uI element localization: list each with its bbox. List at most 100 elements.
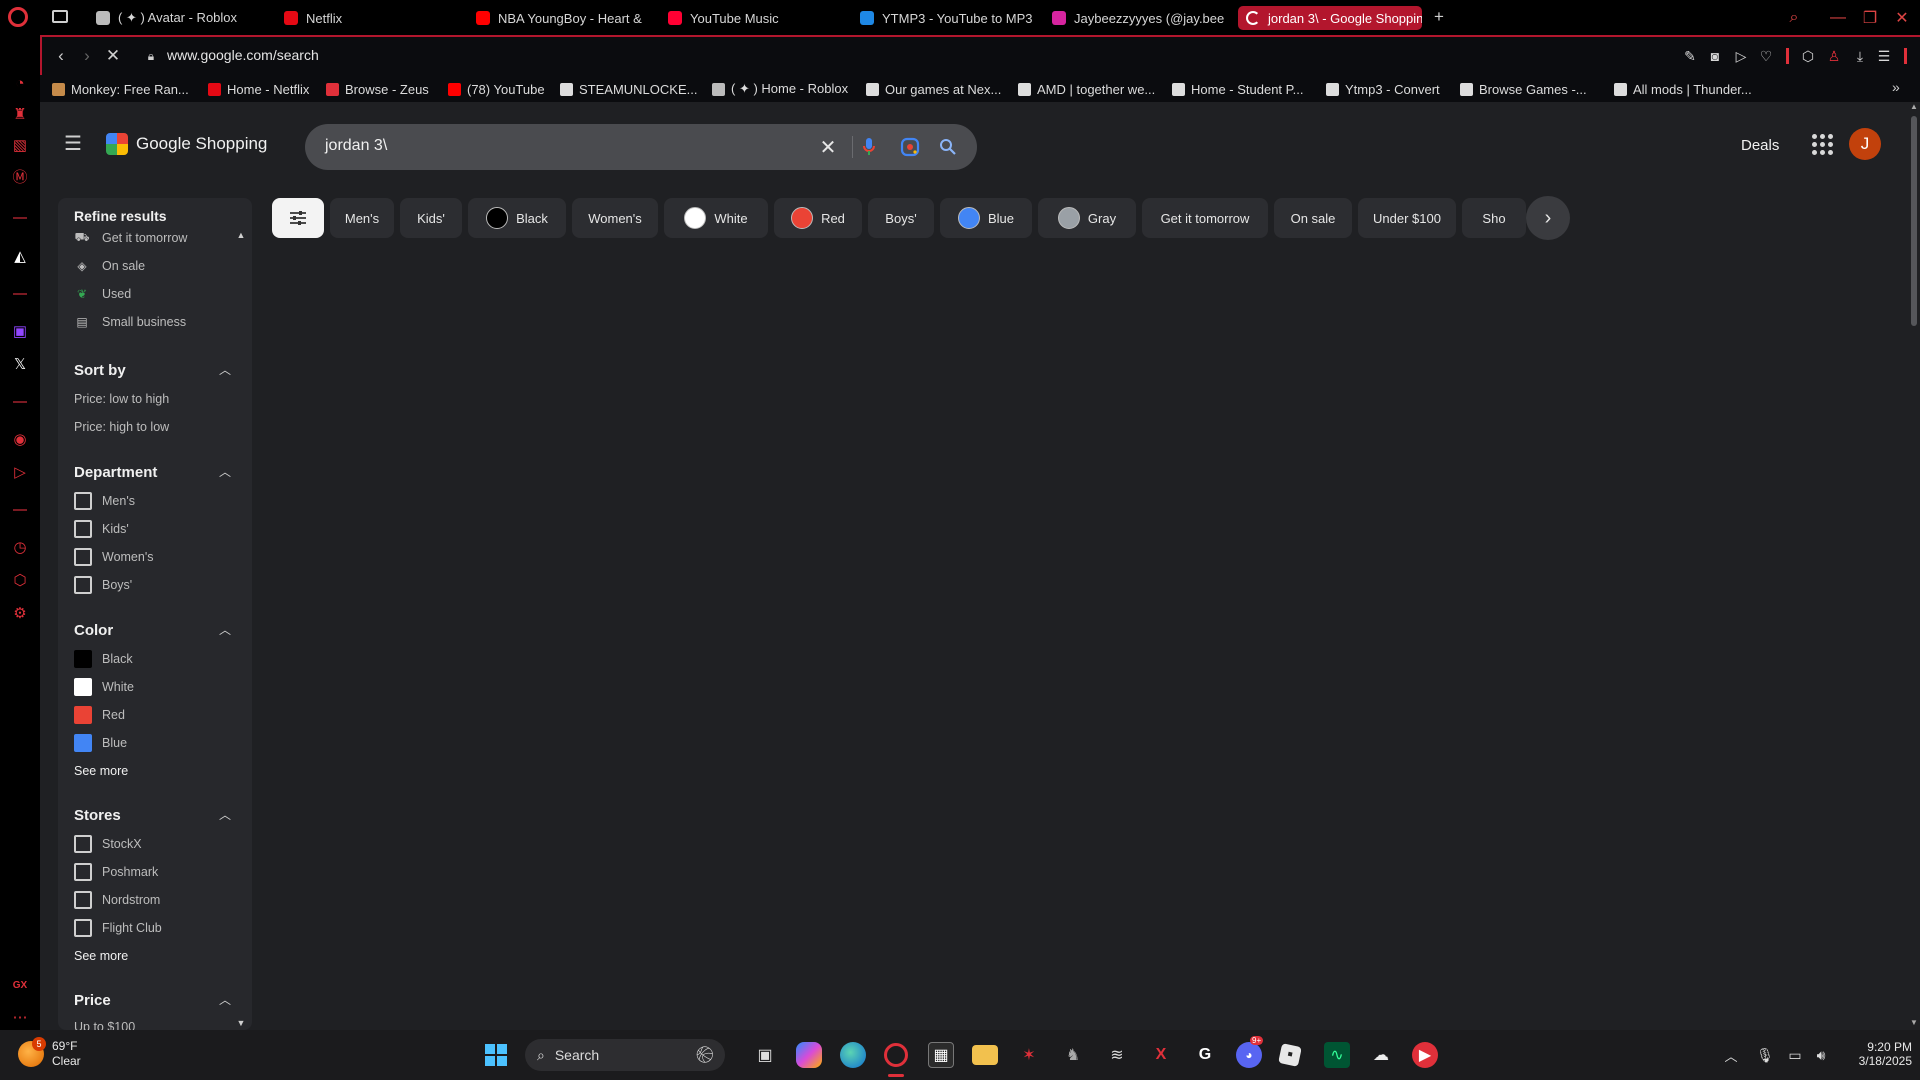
account-icon[interactable]: ♙	[1824, 46, 1844, 66]
bookmark-item[interactable]: Ytmp3 - Convert	[1326, 79, 1440, 99]
filter-chip[interactable]: Gray	[1038, 198, 1136, 238]
discord-icon[interactable]: ◕ 9+	[1236, 1036, 1264, 1068]
stores-heading[interactable]: Stores	[74, 807, 121, 824]
deals-link[interactable]: Deals	[1741, 137, 1779, 154]
google-shopping-logo[interactable]: Google Shopping	[106, 133, 267, 155]
page-scrollbar-thumb[interactable]	[1911, 116, 1917, 326]
send-icon[interactable]: ▷	[9, 461, 31, 483]
minimize-button[interactable]: —	[1822, 0, 1854, 35]
player-icon[interactable]: ◉	[9, 428, 31, 450]
department-boys[interactable]: Boys'	[102, 578, 132, 592]
microphone-icon[interactable]: 🎙︎	[1752, 1042, 1778, 1068]
gx-control-icon[interactable]: ♜	[9, 103, 31, 125]
task-view-icon[interactable]: ▣	[752, 1042, 778, 1068]
sort-price-high-low[interactable]: Price: high to low	[74, 420, 169, 434]
send-arrow-icon[interactable]: ▷	[1731, 46, 1751, 66]
bookmark-item[interactable]: Home - Netflix	[208, 79, 309, 99]
microsoft-store-icon[interactable]: ▦	[928, 1042, 954, 1068]
search-tabs-icon[interactable]: ⌕	[1778, 0, 1810, 35]
cube-icon[interactable]: ⬡	[1798, 46, 1818, 66]
color-red[interactable]: Red	[102, 708, 125, 722]
system-clock[interactable]: 9:20 PM 3/18/2025	[1840, 1040, 1912, 1068]
clear-search-icon[interactable]: ✕	[817, 136, 839, 159]
youtube-player-icon[interactable]: ▶	[1412, 1042, 1438, 1068]
swatch-white[interactable]	[74, 678, 92, 696]
filter-chip[interactable]: White	[664, 198, 768, 238]
filter-chip[interactable]: Men's	[330, 198, 394, 238]
heart-icon[interactable]: ♡	[1756, 46, 1776, 66]
twitch-icon[interactable]: ▣	[9, 320, 31, 342]
color-white[interactable]: White	[102, 680, 134, 694]
workspaces-icon[interactable]	[52, 10, 68, 23]
x-app-icon[interactable]: X	[1148, 1042, 1174, 1068]
character-app-icon[interactable]: ♞	[1060, 1042, 1086, 1068]
checkbox-poshmark[interactable]	[74, 863, 92, 881]
filter-on-sale[interactable]: On sale	[102, 259, 145, 273]
restore-button[interactable]: ❐	[1854, 0, 1886, 35]
easy-setup-menu-icon[interactable]: ☰	[1874, 46, 1894, 66]
swatch-black[interactable]	[74, 650, 92, 668]
volume-icon[interactable]: 🔊︎	[1808, 1042, 1834, 1068]
edge-browser-icon[interactable]	[840, 1042, 866, 1068]
cloud-app-icon[interactable]: ☁	[1368, 1042, 1394, 1068]
settings-gear-icon[interactable]: ⚙	[9, 602, 31, 624]
show-hidden-icons-chevron[interactable]: ︿	[1718, 1042, 1744, 1068]
history-icon[interactable]: ◷	[9, 536, 31, 558]
checkbox-mens[interactable]	[74, 492, 92, 510]
opera-logo-icon[interactable]	[8, 7, 28, 27]
browser-tab[interactable]: jordan 3\ - Google Shopping	[1238, 6, 1422, 30]
checkbox-womens[interactable]	[74, 548, 92, 566]
bookmark-item[interactable]: Browse - Zeus	[326, 79, 429, 99]
store-poshmark[interactable]: Poshmark	[102, 865, 158, 879]
chips-next-arrow-icon[interactable]: ›	[1526, 196, 1570, 240]
color-heading[interactable]: Color	[74, 622, 113, 639]
bookmark-item[interactable]: Our games at Nex...	[866, 79, 1001, 99]
sort-by-heading[interactable]: Sort by	[74, 362, 126, 379]
checkbox-flight-club[interactable]	[74, 919, 92, 937]
close-window-button[interactable]: ✕	[1886, 0, 1918, 35]
panel-scroll-up-icon[interactable]: ▲	[234, 228, 248, 242]
voice-search-icon[interactable]	[858, 136, 880, 158]
main-menu-icon[interactable]: ☰	[62, 132, 84, 155]
browser-tab[interactable]: Jaybeezzyyyes (@jay.bee	[1044, 6, 1224, 30]
x-twitter-icon[interactable]: 𝕏	[9, 353, 31, 375]
collapse-chevron-icon[interactable]: ︿	[218, 362, 232, 377]
swatch-blue[interactable]	[74, 734, 92, 752]
bookmark-item[interactable]: Home - Student P...	[1172, 79, 1304, 99]
browser-tab[interactable]: ( ✦ ) Avatar - Roblox	[88, 6, 278, 30]
browser-tab[interactable]: NBA YoungBoy - Heart &	[468, 6, 648, 30]
extensions-icon[interactable]: ⬡	[9, 569, 31, 591]
bookmark-item[interactable]: All mods | Thunder...	[1614, 79, 1752, 99]
price-option-partial[interactable]: Up to $100	[74, 1020, 135, 1030]
bookmark-item[interactable]: ( ✦ ) Home - Roblox	[712, 79, 848, 99]
color-blue[interactable]: Blue	[102, 736, 127, 750]
bookmark-item[interactable]: AMD | together we...	[1018, 79, 1155, 99]
filter-get-it-tomorrow[interactable]: Get it tomorrow	[102, 231, 187, 245]
waveform-app-icon[interactable]: ∿	[1324, 1042, 1350, 1068]
gx-logo-icon[interactable]: GX	[9, 974, 31, 996]
bookmarks-overflow-icon[interactable]: »	[1892, 79, 1900, 95]
checkbox-kids[interactable]	[74, 520, 92, 538]
search-box[interactable]: jordan 3\ ✕	[305, 124, 977, 170]
back-arrow-icon[interactable]: ‹	[50, 45, 72, 67]
all-filters-button[interactable]	[272, 198, 324, 238]
browser-tab[interactable]: Netflix	[276, 6, 436, 30]
windows-start-icon[interactable]	[483, 1042, 509, 1068]
stack-app-icon[interactable]: ≋	[1104, 1042, 1130, 1068]
snapshot-camera-icon[interactable]: ◙	[1705, 46, 1725, 66]
browser-tab[interactable]: YouTube Music	[660, 6, 820, 30]
checkbox-nordstrom[interactable]	[74, 891, 92, 909]
sort-price-low-high[interactable]: Price: low to high	[74, 392, 169, 406]
price-heading[interactable]: Price	[74, 992, 111, 1009]
weather-widget[interactable]: 5 69°F Clear	[18, 1037, 81, 1069]
bookmark-item[interactable]: Monkey: Free Ran...	[52, 79, 189, 99]
game-app-icon[interactable]: ✶	[1016, 1042, 1042, 1068]
color-black[interactable]: Black	[102, 652, 133, 666]
search-input[interactable]: jordan 3\	[325, 137, 387, 155]
filter-chip[interactable]: Red	[774, 198, 862, 238]
bookmark-item[interactable]: Browse Games -...	[1460, 79, 1587, 99]
department-womens[interactable]: Women's	[102, 550, 153, 564]
filter-chip[interactable]: Under $100	[1358, 198, 1456, 238]
opera-gx-taskbar-icon[interactable]	[884, 1043, 908, 1067]
taskbar-search[interactable]: ⌕ Search 🏀︎	[525, 1039, 725, 1071]
